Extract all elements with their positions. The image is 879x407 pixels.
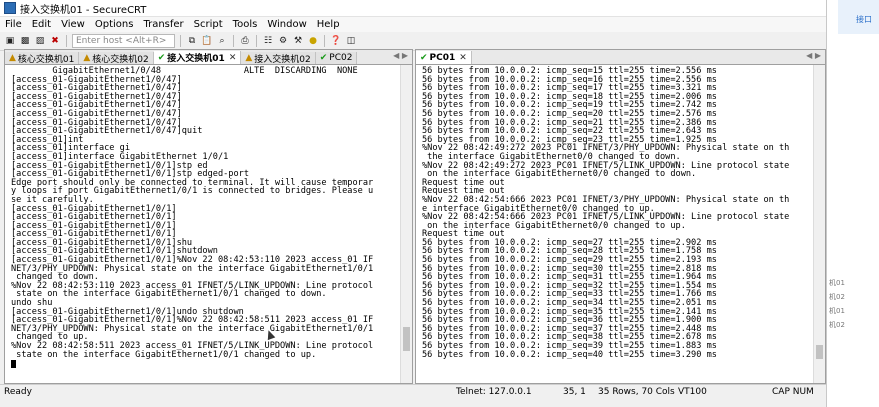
status-bar: Ready Telnet: 127.0.0.1 35, 1 35 Rows, 7…	[0, 384, 826, 400]
session-panes: ▲ 核心交换机01 ▲ 核心交换机02 ✔ 接入交换机01 ✕ ▲ 接入交换机0…	[4, 49, 826, 384]
sftp-icon[interactable]: ◫	[345, 35, 357, 47]
check-icon: ✔	[319, 53, 328, 63]
tab-pc01[interactable]: ✔ PC01 ✕	[416, 51, 472, 64]
toolbar-separator	[233, 35, 234, 47]
scrollbar-thumb[interactable]	[816, 345, 823, 359]
paste-icon[interactable]: 📋	[201, 35, 213, 47]
connect-tab-icon[interactable]: ▨	[34, 35, 46, 47]
right-scrollbar[interactable]	[813, 65, 825, 383]
tab-access-switch-01[interactable]: ✔ 接入交换机01 ✕	[153, 51, 242, 64]
status-connection: Telnet: 127.0.0.1	[456, 387, 532, 397]
warning-icon: ▲	[9, 53, 16, 63]
side-panel-label: 接口	[856, 15, 872, 24]
tab-label: 核心交换机02	[92, 54, 149, 65]
app-icon	[4, 2, 16, 14]
securecrt-window: 接入交换机01 - SecureCRT File Edit View Optio…	[0, 0, 827, 407]
side-item: 机01	[829, 279, 845, 287]
menu-script[interactable]: Script	[189, 19, 228, 30]
close-tab-icon[interactable]: ✕	[229, 53, 237, 63]
status-cursor-position: 35, 1	[563, 387, 586, 397]
left-scrollbar[interactable]	[400, 65, 412, 383]
title-bar: 接入交换机01 - SecureCRT	[0, 0, 826, 17]
session-options-icon[interactable]: ☷	[262, 35, 274, 47]
close-tab-icon[interactable]: ✕	[459, 53, 467, 63]
menu-file[interactable]: File	[0, 19, 27, 30]
connect-icon[interactable]: ▣	[4, 35, 16, 47]
keymap-icon[interactable]: ⚒	[292, 35, 304, 47]
tab-label: 接入交换机02	[254, 54, 311, 65]
right-tab-bar: ✔ PC01 ✕ ◀ ▶	[416, 50, 825, 65]
warning-icon: ▲	[83, 53, 91, 63]
toolbar-separator	[66, 35, 67, 47]
right-terminal-output[interactable]: 56 bytes from 10.0.0.2: icmp_seq=15 ttl=…	[416, 65, 813, 383]
help-icon[interactable]: ❓	[330, 35, 342, 47]
host-input[interactable]: Enter host <Alt+R>	[72, 34, 175, 48]
terminal-line: state on the interface GigabitEthernet1/…	[11, 349, 317, 360]
tab-scroll-arrows-icon[interactable]: ◀ ▶	[806, 51, 821, 60]
tab-access-switch-02[interactable]: ▲ 接入交换机02	[241, 52, 316, 65]
tab-label: PC02	[329, 53, 353, 63]
menu-bar: File Edit View Options Transfer Script T…	[0, 17, 826, 32]
status-terminal-type: VT100	[678, 387, 707, 397]
tab-label: 核心交换机01	[17, 54, 75, 65]
terminal-prompt-line	[11, 359, 400, 368]
background-window	[827, 0, 879, 407]
tab-label: PC01	[429, 52, 456, 63]
global-options-icon[interactable]: ⚙	[277, 35, 289, 47]
menu-help[interactable]: Help	[312, 19, 345, 30]
status-ready: Ready	[4, 387, 32, 397]
menu-window[interactable]: Window	[262, 19, 311, 30]
tab-label: 接入交换机01	[167, 54, 225, 64]
status-terminal-size: 35 Rows, 70 Cols	[598, 387, 675, 397]
toolbar-separator	[256, 35, 257, 47]
quick-connect-icon[interactable]: ▩	[19, 35, 31, 47]
lightbulb-icon[interactable]: ●	[307, 35, 319, 47]
right-session-pane: ✔ PC01 ✕ ◀ ▶ 56 bytes from 10.0.0.2: icm…	[415, 49, 826, 384]
status-caps-num: CAP NUM	[772, 387, 814, 397]
text-cursor	[11, 359, 16, 368]
toolbar-separator	[324, 35, 325, 47]
left-session-pane: ▲ 核心交换机01 ▲ 核心交换机02 ✔ 接入交换机01 ✕ ▲ 接入交换机0…	[4, 49, 413, 384]
copy-icon[interactable]: ⧉	[186, 35, 198, 47]
side-item: 机01	[829, 307, 845, 315]
menu-view[interactable]: View	[56, 19, 90, 30]
window-title: 接入交换机01 - SecureCRT	[20, 4, 147, 16]
toolbar-separator	[180, 35, 181, 47]
tab-core-switch-02[interactable]: ▲ 核心交换机02	[79, 52, 154, 65]
terminal-line: state on the interface GigabitEthernet1/…	[11, 289, 327, 300]
menu-edit[interactable]: Edit	[27, 19, 56, 30]
disconnect-icon[interactable]: ✖	[49, 35, 61, 47]
scrollbar-thumb[interactable]	[403, 327, 410, 351]
terminal-line: 56 bytes from 10.0.0.2: icmp_seq=40 ttl=…	[422, 349, 717, 360]
check-icon: ✔	[420, 52, 428, 63]
warning-icon: ▲	[245, 53, 253, 63]
left-tab-bar: ▲ 核心交换机01 ▲ 核心交换机02 ✔ 接入交换机01 ✕ ▲ 接入交换机0…	[5, 50, 412, 65]
check-icon: ✔	[157, 52, 166, 63]
menu-transfer[interactable]: Transfer	[138, 19, 188, 30]
find-icon[interactable]: ⌕	[216, 35, 228, 47]
tab-pc02[interactable]: ✔ PC02	[315, 52, 358, 64]
left-terminal-output[interactable]: GigabitEthernet1/0/48 ALTE DISCARDING NO…	[5, 65, 400, 383]
tab-scroll-arrows-icon[interactable]: ◀ ▶	[393, 51, 408, 60]
tab-core-switch-01[interactable]: ▲ 核心交换机01	[5, 52, 80, 65]
side-item: 机02	[829, 293, 845, 301]
side-item: 机02	[829, 321, 845, 329]
print-icon[interactable]: ⎙	[239, 35, 251, 47]
menu-tools[interactable]: Tools	[228, 19, 263, 30]
menu-options[interactable]: Options	[90, 19, 139, 30]
